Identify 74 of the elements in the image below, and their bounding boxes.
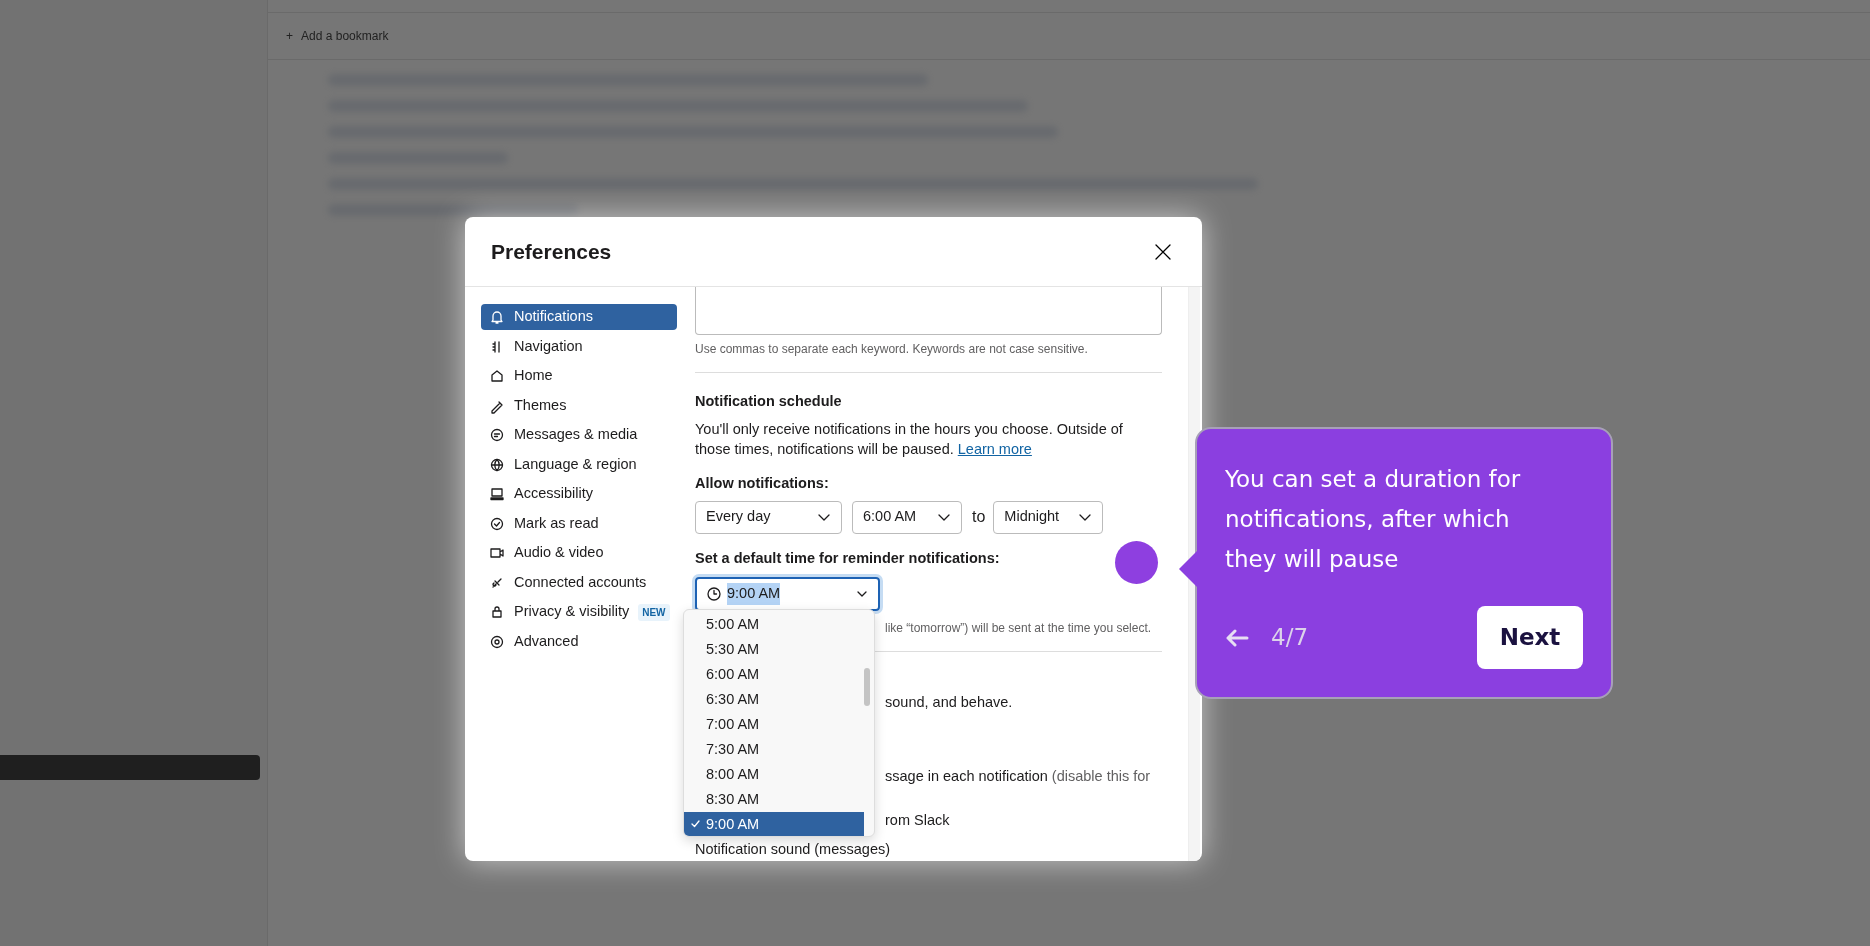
back-button[interactable] bbox=[1225, 628, 1249, 647]
monitor-icon bbox=[489, 486, 505, 502]
field-label: Allow notifications: bbox=[695, 473, 829, 493]
select-value: 6:00 AM bbox=[863, 507, 917, 527]
dialog-title: Preferences bbox=[491, 238, 612, 265]
learn-more-link[interactable]: Learn more bbox=[957, 440, 1032, 457]
selected-value: 9:00 AM bbox=[727, 583, 781, 606]
end-time-select[interactable]: Midnight bbox=[993, 500, 1104, 534]
sidebar-item-label: Privacy & visibility bbox=[514, 602, 630, 622]
sidebar-item-label: Audio & video bbox=[514, 543, 604, 563]
clock-icon bbox=[707, 587, 721, 602]
separator-text: to bbox=[972, 507, 986, 527]
section-heading: Notification sound (messages) bbox=[695, 839, 891, 859]
plus-icon: + bbox=[286, 27, 293, 45]
globe-icon bbox=[489, 456, 505, 473]
message-icon bbox=[489, 427, 505, 443]
next-button[interactable]: Next bbox=[1477, 606, 1583, 669]
dropdown-option[interactable]: 7:00 AM bbox=[684, 712, 864, 737]
keywords-hint: Use commas to separate each keyword. Keywords are not case sensitive. bbox=[695, 341, 1089, 358]
scrollbar-thumb[interactable] bbox=[864, 668, 870, 706]
sidebar-item[interactable]: Messages & media bbox=[481, 422, 677, 448]
select-value: Midnight bbox=[1004, 507, 1060, 527]
select-value: Every day bbox=[706, 507, 771, 527]
check-circle-icon bbox=[489, 515, 505, 532]
section-heading: Notification schedule bbox=[695, 392, 843, 411]
sidebar-item-label: Notifications bbox=[514, 307, 593, 327]
sidebar-item[interactable]: Accessibility bbox=[481, 481, 677, 507]
sidebar-item[interactable]: Notifications bbox=[481, 304, 677, 330]
dropdown-option[interactable]: 9:00 AM bbox=[684, 812, 864, 836]
sidebar-item[interactable]: Privacy & visibility NEW bbox=[481, 599, 677, 625]
dropdown-option[interactable]: 6:30 AM bbox=[684, 687, 864, 712]
setting-text: rom Slack bbox=[885, 810, 951, 830]
sidebar-item[interactable]: Themes bbox=[481, 392, 677, 419]
tooltip-text: You can set a duration for notifications, after which they will pause bbox=[1225, 465, 1522, 574]
sidebar-item-label: Connected accounts bbox=[514, 572, 647, 592]
dropdown-option[interactable]: 8:30 AM bbox=[684, 787, 864, 812]
sidebar-item-label: Messages & media bbox=[514, 425, 638, 445]
sidebar-item[interactable]: Mark as read bbox=[481, 510, 677, 537]
dropdown-option[interactable]: 5:00 AM bbox=[684, 612, 864, 637]
sidebar-item[interactable]: Navigation bbox=[481, 333, 677, 360]
sidebar-item[interactable]: Home bbox=[481, 363, 677, 389]
dropdown-option[interactable]: 8:00 AM bbox=[684, 762, 864, 787]
video-camera-icon bbox=[489, 545, 505, 561]
arrow-left-icon bbox=[1225, 628, 1249, 647]
sidebar-item-label: Themes bbox=[514, 395, 567, 415]
dropdown-option[interactable]: 7:30 AM bbox=[684, 737, 864, 762]
sidebar-item[interactable]: Connected accounts bbox=[481, 569, 677, 596]
setting-text: sound, and behave. bbox=[885, 693, 1014, 713]
setting-text: ssage in each notification (disable this for bbox=[885, 767, 1152, 786]
start-time-select[interactable]: 6:00 AM bbox=[852, 500, 962, 534]
sidebar-item[interactable]: Language & region bbox=[481, 451, 677, 478]
step-counter: 4/7 bbox=[1271, 623, 1308, 653]
close-icon bbox=[1154, 242, 1172, 261]
dropdown-option[interactable]: 5:30 AM bbox=[684, 637, 864, 662]
dropdown-option[interactable]: 6:00 AM bbox=[684, 662, 864, 687]
sidebar-item[interactable]: Advanced bbox=[481, 628, 677, 655]
add-bookmark-link[interactable]: Add a bookmark bbox=[301, 27, 389, 45]
sidebar-item-label: Navigation bbox=[514, 336, 583, 356]
lock-icon bbox=[489, 604, 505, 620]
check-icon bbox=[691, 820, 700, 828]
reminder-time-select[interactable]: 9:00 AM bbox=[695, 577, 880, 612]
schedule-description: You'll only receive notifications in the hours you choose. Outside of those times, notifications will be paused. Learn more bbox=[695, 419, 1124, 459]
sidebar-item-label: Language & region bbox=[514, 454, 637, 474]
new-badge: NEW bbox=[638, 603, 670, 621]
sidebar-item[interactable]: Audio & video bbox=[481, 540, 677, 566]
sidebar-item-label: Accessibility bbox=[514, 484, 593, 504]
bell-icon bbox=[489, 309, 505, 325]
sidebar-item-label: Home bbox=[514, 366, 553, 386]
reminder-hint: like “tomorrow”) will be sent at the time you select. bbox=[885, 620, 1153, 638]
sidebar-item-label: Advanced bbox=[514, 631, 579, 651]
days-select[interactable]: Every day bbox=[695, 500, 842, 534]
house-icon bbox=[489, 368, 505, 384]
sidebar-item-label: Mark as read bbox=[514, 513, 599, 533]
field-label: Set a default time for reminder notifications: bbox=[695, 548, 1000, 568]
